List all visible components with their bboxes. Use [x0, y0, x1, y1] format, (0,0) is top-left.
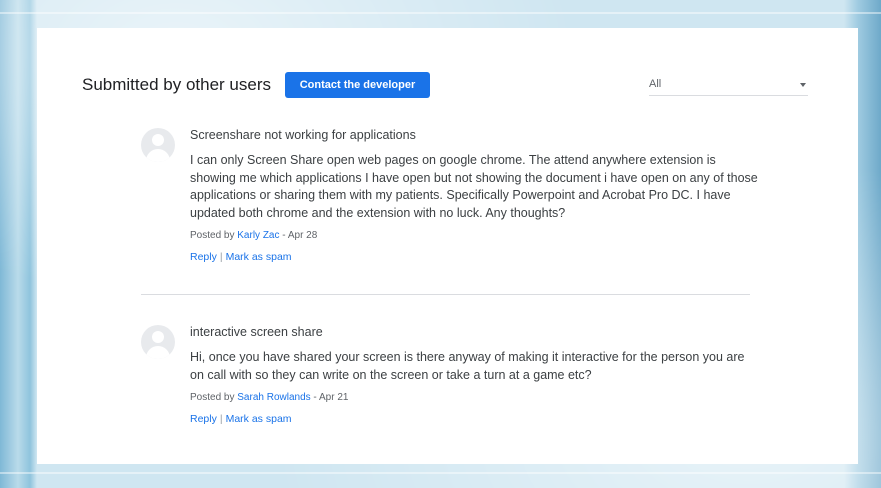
review-author-link[interactable]: Sarah Rowlands — [237, 392, 310, 403]
review-meta: Posted by Karly Zac - Apr 28 — [190, 230, 317, 241]
review-actions: Reply | Mark as spam — [190, 251, 292, 263]
reply-link[interactable]: Reply — [190, 251, 217, 263]
action-separator: | — [219, 413, 223, 425]
review-actions: Reply | Mark as spam — [190, 413, 292, 425]
review-date: - Apr 21 — [313, 392, 349, 403]
posted-by-label: Posted by — [190, 392, 235, 403]
reply-link[interactable]: Reply — [190, 413, 217, 425]
review-divider — [141, 294, 750, 295]
review-meta: Posted by Sarah Rowlands - Apr 21 — [190, 392, 348, 403]
contact-developer-button[interactable]: Contact the developer — [285, 72, 430, 98]
mark-as-spam-link[interactable]: Mark as spam — [226, 413, 292, 425]
review-date: - Apr 28 — [282, 230, 318, 241]
background-decoration — [0, 12, 881, 14]
review-title: Screenshare not working for applications — [190, 128, 416, 142]
review-title: interactive screen share — [190, 325, 323, 339]
posted-by-label: Posted by — [190, 230, 235, 241]
review-filter-dropdown[interactable]: All — [649, 76, 808, 96]
action-separator: | — [219, 251, 223, 263]
review-item: Screenshare not working for applications… — [141, 128, 761, 268]
user-avatar-icon — [141, 128, 175, 162]
background-decoration — [0, 472, 881, 474]
review-body: I can only Screen Share open web pages o… — [190, 153, 758, 220]
user-avatar-icon — [141, 325, 175, 359]
review-item: interactive screen share Hi, once you ha… — [141, 325, 761, 435]
mark-as-spam-link[interactable]: Mark as spam — [226, 251, 292, 263]
chevron-down-icon — [800, 83, 806, 87]
filter-selected-value: All — [649, 78, 662, 90]
page-title: Submitted by other users — [82, 75, 271, 94]
review-body: Hi, once you have shared your screen is … — [190, 350, 745, 382]
reviews-panel: Submitted by other users Contact the dev… — [37, 28, 858, 464]
review-author-link[interactable]: Karly Zac — [237, 230, 279, 241]
